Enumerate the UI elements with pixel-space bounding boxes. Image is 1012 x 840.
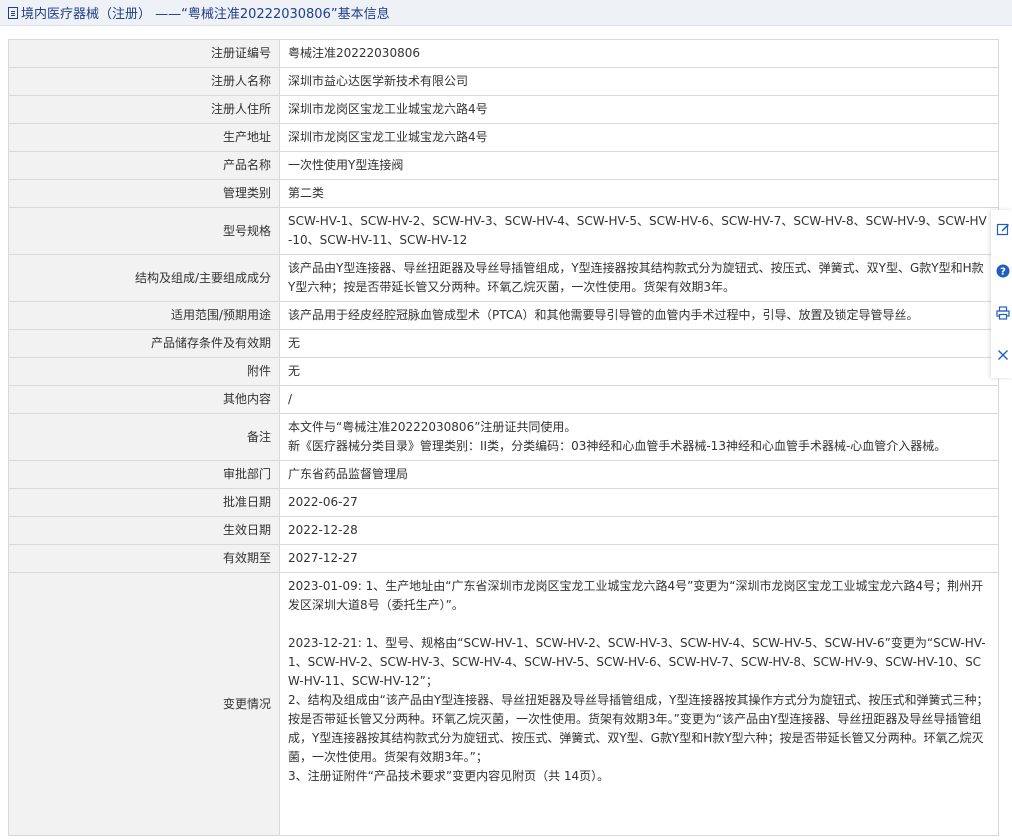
change-history-value: 2023-01-09: 1、生产地址由“广东省深圳市龙岗区宝龙工业城宝龙六路4号… — [279, 572, 999, 836]
field-label: 其他内容 — [8, 385, 280, 414]
table-row: 注册证编号 粤械注准20222030806 — [8, 39, 999, 68]
field-value: 广东省药品监督管理局 — [279, 460, 999, 489]
field-value: 该产品由Y型连接器、导丝扭距器及导丝导插管组成，Y型连接器按其结构款式分为旋钮式… — [279, 254, 999, 302]
field-value: 无 — [279, 357, 999, 386]
field-label: 变更情况 — [8, 572, 280, 836]
table-row: 附件 无 — [8, 357, 999, 386]
table-row: 产品储存条件及有效期 无 — [8, 329, 999, 358]
side-toolbar: ? — [991, 210, 1012, 378]
field-label: 附件 — [8, 357, 280, 386]
field-label: 管理类别 — [8, 179, 280, 208]
print-icon[interactable] — [996, 306, 1010, 320]
page-title: 境内医疗器械（注册） ——“粤械注准20222030806”基本信息 — [21, 7, 390, 22]
field-value: 无 — [279, 329, 999, 358]
change-entry: 3、注册证附件“产品技术要求”变更内容见附页（共 14页）。 — [288, 769, 610, 783]
info-table: 注册证编号 粤械注准20222030806 注册人名称 深圳市益心达医学新技术有… — [8, 39, 999, 836]
field-label: 生效日期 — [8, 516, 280, 545]
table-row: 备注 本文件与“粤械注准20222030806”注册证共同使用。 新《医疗器械分… — [8, 413, 999, 461]
field-value: 2022-12-28 — [279, 516, 999, 545]
field-value: / — [279, 385, 999, 414]
change-entry: 2023-12-21: 1、型号、规格由“SCW-HV-1、SCW-HV-2、S… — [288, 636, 986, 688]
field-label: 产品名称 — [8, 151, 280, 180]
table-row: 管理类别 第二类 — [8, 179, 999, 208]
field-label: 批准日期 — [8, 488, 280, 517]
field-value: SCW-HV-1、SCW-HV-2、SCW-HV-3、SCW-HV-4、SCW-… — [279, 207, 999, 255]
field-value: 深圳市龙岗区宝龙工业城宝龙六路4号 — [279, 95, 999, 124]
table-row: 型号规格 SCW-HV-1、SCW-HV-2、SCW-HV-3、SCW-HV-4… — [8, 207, 999, 255]
change-entry: 2023-01-09: 1、生产地址由“广东省深圳市龙岗区宝龙工业城宝龙六路4号… — [288, 579, 984, 612]
page-header: 境内医疗器械（注册） ——“粤械注准20222030806”基本信息 — [0, 0, 1012, 26]
table-row: 变更情况 2023-01-09: 1、生产地址由“广东省深圳市龙岗区宝龙工业城宝… — [8, 572, 999, 836]
field-label: 注册人名称 — [8, 67, 280, 96]
field-label: 备注 — [8, 413, 280, 461]
table-row: 批准日期 2022-06-27 — [8, 488, 999, 517]
field-value: 该产品用于经皮经腔冠脉血管成型术（PTCA）和其他需要导引导管的血管内手术过程中… — [279, 301, 999, 330]
table-row: 有效期至 2027-12-27 — [8, 544, 999, 573]
remarks-line: 本文件与“粤械注准20222030806”注册证共同使用。 — [288, 420, 577, 434]
table-row: 注册人名称 深圳市益心达医学新技术有限公司 — [8, 67, 999, 96]
help-icon[interactable]: ? — [996, 264, 1010, 278]
field-label: 型号规格 — [8, 207, 280, 255]
field-label: 结构及组成/主要组成成分 — [8, 254, 280, 302]
edit-icon[interactable] — [996, 222, 1010, 236]
document-icon — [8, 6, 18, 19]
field-label: 产品储存条件及有效期 — [8, 329, 280, 358]
table-row: 生效日期 2022-12-28 — [8, 516, 999, 545]
change-entry: 2、结构及组成由“该产品由Y型连接器、导丝扭矩器及导丝导插管组成，Y型连接器按其… — [288, 693, 989, 764]
field-label: 注册人住所 — [8, 95, 280, 124]
table-row: 产品名称 一次性使用Y型连接阀 — [8, 151, 999, 180]
table-row: 结构及组成/主要组成成分 该产品由Y型连接器、导丝扭距器及导丝导插管组成，Y型连… — [8, 254, 999, 302]
table-row: 其他内容 / — [8, 385, 999, 414]
field-label: 生产地址 — [8, 123, 280, 152]
close-icon[interactable] — [996, 348, 1010, 362]
field-label: 审批部门 — [8, 460, 280, 489]
svg-text:?: ? — [1000, 267, 1006, 278]
remarks-value: 本文件与“粤械注准20222030806”注册证共同使用。 新《医疗器械分类目录… — [279, 413, 999, 461]
field-value: 第二类 — [279, 179, 999, 208]
field-label: 适用范围/预期用途 — [8, 301, 280, 330]
field-value: 2022-06-27 — [279, 488, 999, 517]
field-value: 深圳市龙岗区宝龙工业城宝龙六路4号 — [279, 123, 999, 152]
table-row: 适用范围/预期用途 该产品用于经皮经腔冠脉血管成型术（PTCA）和其他需要导引导… — [8, 301, 999, 330]
table-row: 注册人住所 深圳市龙岗区宝龙工业城宝龙六路4号 — [8, 95, 999, 124]
table-row: 审批部门 广东省药品监督管理局 — [8, 460, 999, 489]
field-value: 粤械注准20222030806 — [279, 39, 999, 68]
remarks-line: 新《医疗器械分类目录》管理类别：II类，分类编码：03神经和心血管手术器械-13… — [288, 439, 947, 453]
field-label: 有效期至 — [8, 544, 280, 573]
field-value: 一次性使用Y型连接阀 — [279, 151, 999, 180]
field-value: 深圳市益心达医学新技术有限公司 — [279, 67, 999, 96]
field-value: 2027-12-27 — [279, 544, 999, 573]
table-row: 生产地址 深圳市龙岗区宝龙工业城宝龙六路4号 — [8, 123, 999, 152]
field-label: 注册证编号 — [8, 39, 280, 68]
